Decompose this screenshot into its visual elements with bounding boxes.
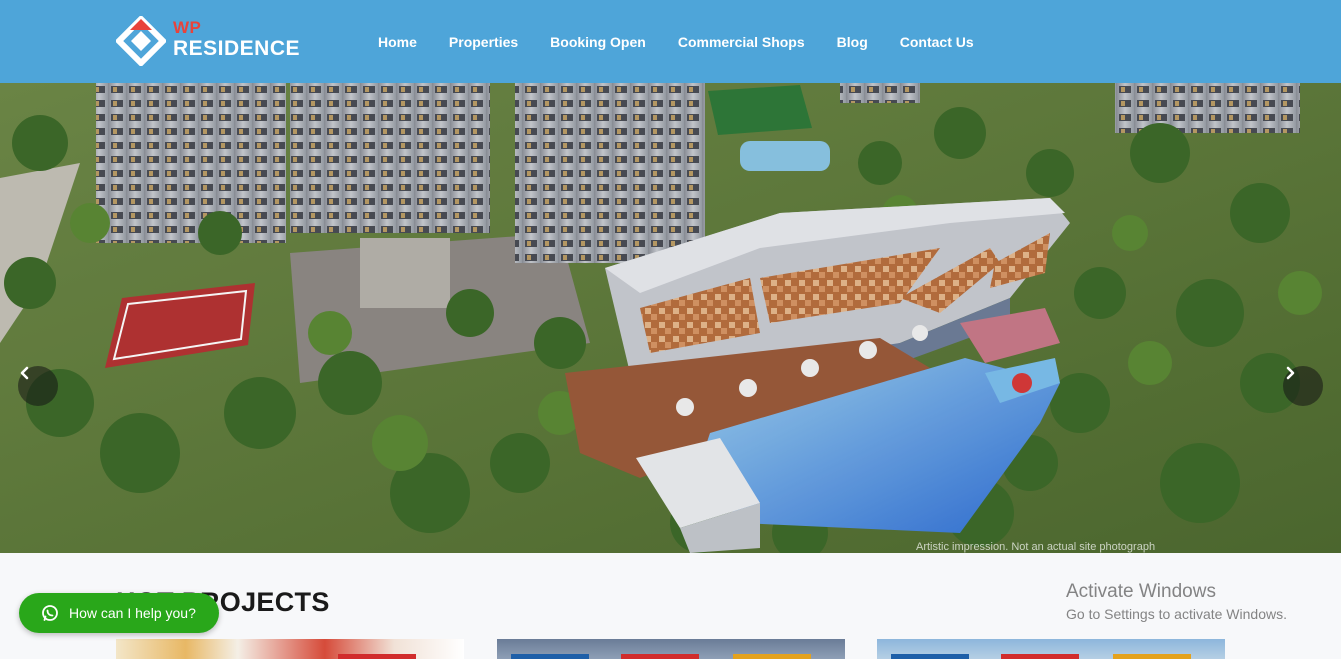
windows-activation-notice: Activate Windows Go to Settings to activ… bbox=[1066, 581, 1287, 622]
project-card[interactable] bbox=[116, 639, 464, 659]
card-tag bbox=[1001, 654, 1079, 659]
whatsapp-icon bbox=[42, 605, 58, 621]
nav-properties[interactable]: Properties bbox=[433, 34, 534, 50]
whatsapp-chat-button[interactable]: How can I help you? bbox=[19, 593, 219, 633]
hero-caption: Artistic impression. Not an actual site … bbox=[916, 541, 1156, 553]
chat-label: How can I help you? bbox=[69, 605, 196, 621]
card-tag bbox=[1113, 654, 1191, 659]
nav-commercial-shops[interactable]: Commercial Shops bbox=[662, 34, 821, 50]
activation-title: Activate Windows bbox=[1066, 581, 1216, 602]
project-card[interactable] bbox=[497, 639, 845, 659]
chevron-right-icon bbox=[1286, 366, 1295, 380]
card-tag bbox=[621, 654, 699, 659]
nav-blog[interactable]: Blog bbox=[821, 34, 884, 50]
card-tag bbox=[511, 654, 589, 659]
nav-contact-us[interactable]: Contact Us bbox=[884, 34, 990, 50]
logo-text-residence: RESIDENCE bbox=[173, 37, 301, 60]
site-logo[interactable]: WP RESIDENCE bbox=[114, 14, 304, 68]
card-tag bbox=[891, 654, 969, 659]
nav-booking-open[interactable]: Booking Open bbox=[534, 34, 662, 50]
activation-subtitle: Go to Settings to activate Windows. bbox=[1066, 606, 1287, 622]
card-tag bbox=[733, 654, 811, 659]
hero-image bbox=[0, 83, 1341, 553]
card-tag bbox=[338, 654, 416, 659]
logo-text-wp: WP bbox=[173, 18, 202, 37]
hero-slider[interactable] bbox=[0, 83, 1341, 553]
project-card[interactable] bbox=[877, 639, 1225, 659]
logo-diamond-icon bbox=[116, 16, 166, 66]
slider-next-button[interactable] bbox=[1283, 366, 1323, 406]
chevron-left-icon bbox=[20, 366, 29, 380]
nav-home[interactable]: Home bbox=[362, 34, 433, 50]
main-nav: Home Properties Booking Open Commercial … bbox=[362, 0, 990, 83]
slider-prev-button[interactable] bbox=[18, 366, 58, 406]
site-header: WP RESIDENCE Home Properties Booking Ope… bbox=[0, 0, 1341, 83]
